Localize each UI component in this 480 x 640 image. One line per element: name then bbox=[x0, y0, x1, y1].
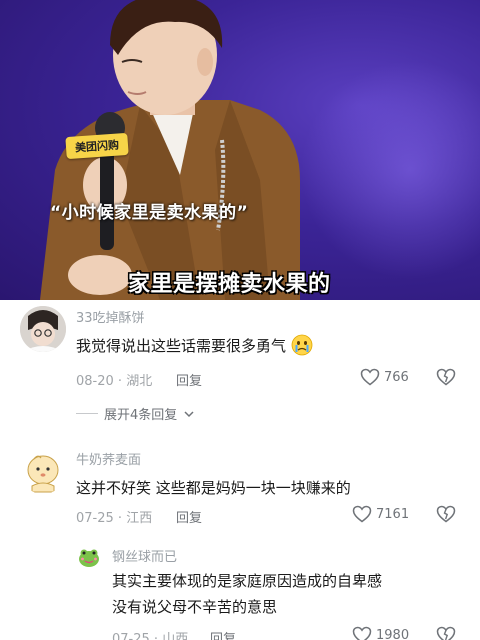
dislike-button[interactable] bbox=[436, 505, 456, 527]
comment-text: 这并不好笑 这些都是妈妈一块一块赚来的 bbox=[76, 479, 351, 497]
quote-caption: “小时候家里是卖水果的” bbox=[50, 203, 249, 223]
comment-text: 其实主要体现的是家庭原因造成的自卑感 没有说父母不辛苦的意思 bbox=[112, 572, 383, 616]
reply-button[interactable]: 回复 bbox=[176, 507, 202, 526]
crying-emoji-icon bbox=[291, 334, 313, 356]
reply-button[interactable]: 回复 bbox=[176, 370, 202, 389]
comment-username[interactable]: 33吃掉酥饼 bbox=[76, 307, 145, 326]
comment-section: 33吃掉酥饼 我觉得说出这些话需要很多勇气 08-20 · 湖北 回复 766 bbox=[0, 300, 480, 640]
broken-heart-icon bbox=[436, 505, 456, 523]
brand-logo: 美团闪购 bbox=[65, 132, 129, 160]
like-button[interactable]: 766 bbox=[360, 368, 409, 386]
comment-meta: 07-25 · 山西 bbox=[112, 632, 189, 640]
heart-icon bbox=[352, 626, 372, 640]
video-subtitle: 家里是摆摊卖水果的 bbox=[128, 272, 331, 297]
comment-meta: 07-25 · 江西 bbox=[76, 511, 153, 526]
reply-item: 钢丝球而已 其实主要体现的是家庭原因造成的自卑感 没有说父母不辛苦的意思 07-… bbox=[0, 540, 480, 640]
heart-icon bbox=[360, 368, 380, 386]
comment-username[interactable]: 钢丝球而已 bbox=[112, 546, 177, 565]
comment-item: 33吃掉酥饼 我觉得说出这些话需要很多勇气 08-20 · 湖北 回复 766 bbox=[0, 300, 480, 430]
divider bbox=[76, 413, 98, 414]
avatar-frog-icon bbox=[76, 544, 102, 570]
broken-heart-icon bbox=[436, 368, 456, 386]
user-avatar[interactable] bbox=[20, 448, 66, 494]
chevron-down-icon bbox=[184, 410, 194, 417]
heart-icon bbox=[352, 505, 372, 523]
user-avatar[interactable] bbox=[20, 306, 66, 352]
video-frame[interactable]: 美团闪购 “小时候家里是卖水果的” 家里是摆摊卖水果的 bbox=[0, 0, 480, 300]
avatar-cartoon-icon bbox=[20, 448, 66, 494]
user-avatar[interactable] bbox=[76, 544, 102, 570]
comment-text: 我觉得说出这些话需要很多勇气 bbox=[76, 333, 313, 359]
comment-meta: 08-20 · 湖北 bbox=[76, 374, 153, 389]
comment-item: 牛奶荞麦面 这并不好笑 这些都是妈妈一块一块赚来的 07-25 · 江西 回复 … bbox=[0, 442, 480, 537]
like-button[interactable]: 7161 bbox=[352, 505, 409, 523]
broken-heart-icon bbox=[436, 626, 456, 640]
avatar-portrait-icon bbox=[20, 306, 66, 352]
dislike-button[interactable] bbox=[436, 626, 456, 640]
reply-button[interactable]: 回复 bbox=[210, 628, 236, 640]
expand-replies-button[interactable]: 展开4条回复 bbox=[76, 404, 195, 423]
comment-username[interactable]: 牛奶荞麦面 bbox=[76, 449, 141, 468]
like-button[interactable]: 1980 bbox=[352, 626, 409, 640]
dislike-button[interactable] bbox=[436, 368, 456, 390]
